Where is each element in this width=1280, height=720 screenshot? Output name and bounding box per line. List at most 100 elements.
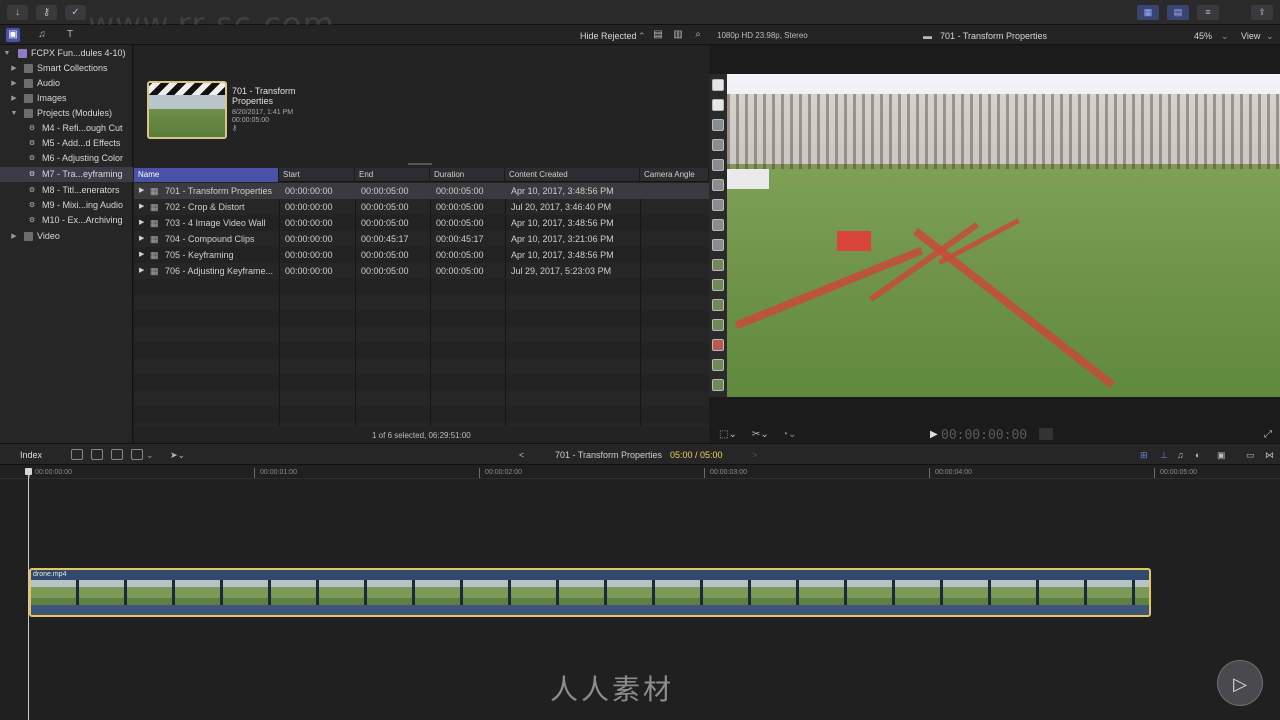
search-icon[interactable]: ⌕ bbox=[691, 28, 705, 42]
disclosure-closed-icon[interactable]: ▶ bbox=[139, 231, 144, 247]
zoom-chevron-icon: ⌄ bbox=[1221, 31, 1229, 41]
filmstrip-icon[interactable]: ▥ bbox=[671, 28, 685, 42]
import-icon[interactable]: ↓ bbox=[7, 5, 28, 20]
zoom-level[interactable]: 45% bbox=[1194, 31, 1212, 41]
strip-icon[interactable] bbox=[712, 179, 724, 191]
insert-clip-icon[interactable] bbox=[91, 449, 103, 460]
column-camera-angle[interactable]: Camera Angle bbox=[640, 168, 709, 182]
column-name[interactable]: Name bbox=[134, 168, 279, 182]
table-row[interactable]: ▶ ▦ 702 - Crop & Distort 00:00:00:00 00:… bbox=[134, 199, 709, 215]
strip-icon[interactable] bbox=[712, 339, 724, 351]
back-arrow-icon[interactable]: < bbox=[519, 450, 524, 460]
library-item[interactable]: ▼ FCPX Fun...dules 4-10) bbox=[0, 46, 133, 61]
disclosure-closed-icon[interactable]: ▶ bbox=[10, 229, 18, 244]
disclosure-closed-icon[interactable]: ▶ bbox=[139, 183, 144, 199]
overlay-play-icon[interactable]: ▷ bbox=[1217, 660, 1263, 706]
disclosure-closed-icon[interactable]: ▶ bbox=[139, 215, 144, 231]
strip-icon[interactable] bbox=[712, 279, 724, 291]
titles-generators-icon[interactable]: T bbox=[63, 28, 77, 42]
select-tool-icon[interactable]: ➤⌄ bbox=[170, 450, 185, 461]
hide-rejected-filter[interactable]: Hide Rejected bbox=[580, 31, 637, 41]
skimming-icon[interactable]: ⊥ bbox=[1160, 450, 1168, 461]
strip-icon[interactable] bbox=[712, 239, 724, 251]
playhead[interactable] bbox=[28, 469, 29, 720]
strip-icon[interactable] bbox=[712, 319, 724, 331]
disclosure-closed-icon[interactable]: ▶ bbox=[10, 91, 18, 106]
photos-audio-icon[interactable]: ♫ bbox=[35, 28, 49, 42]
timeline-index-button[interactable]: Index bbox=[20, 450, 42, 460]
audio-skimming-icon[interactable]: ♫ bbox=[1177, 450, 1184, 460]
table-row[interactable]: ▶ ▦ 706 - Adjusting Keyframe... 00:00:00… bbox=[134, 263, 709, 279]
column-content-created[interactable]: Content Created bbox=[505, 168, 640, 182]
sidebar-item-m10[interactable]: ⚙ M10 - Ex...Archiving bbox=[0, 213, 133, 228]
effects-browser-icon[interactable]: ⋈ bbox=[1265, 450, 1274, 461]
disclosure-open-icon[interactable]: ▼ bbox=[10, 106, 18, 121]
strip-icon[interactable] bbox=[712, 259, 724, 271]
column-end[interactable]: End bbox=[355, 168, 430, 182]
strip-icon[interactable] bbox=[712, 99, 724, 111]
disclosure-closed-icon[interactable]: ▶ bbox=[139, 263, 144, 279]
append-clip-icon[interactable] bbox=[111, 449, 123, 460]
clip-appearance-icon[interactable]: ▭ bbox=[1246, 450, 1255, 461]
share-icon[interactable]: ⇪ bbox=[1251, 5, 1273, 20]
sidebar-item-m9[interactable]: ⚙ M9 - Mixi...ing Audio bbox=[0, 198, 133, 213]
disclosure-closed-icon[interactable]: ▶ bbox=[10, 61, 18, 76]
splitter-handle[interactable] bbox=[408, 163, 432, 165]
edit-menu-chevron-icon[interactable]: ⌄ bbox=[146, 450, 154, 461]
libraries-icon[interactable]: ▣ bbox=[6, 28, 20, 42]
keywords-icon[interactable]: ⚷ bbox=[36, 5, 57, 20]
watermark-logo: 人人素材 bbox=[550, 673, 675, 706]
sidebar-item-audio[interactable]: ▶ Audio bbox=[0, 76, 133, 91]
connect-clip-icon[interactable] bbox=[71, 449, 83, 460]
strip-icon[interactable] bbox=[712, 299, 724, 311]
disclosure-closed-icon[interactable]: ▶ bbox=[10, 76, 18, 91]
forward-arrow-icon[interactable]: > bbox=[752, 450, 757, 460]
retime-menu-icon[interactable]: ◔⌄ bbox=[782, 429, 796, 440]
strip-icon[interactable] bbox=[712, 119, 724, 131]
sidebar-item-smart-collections[interactable]: ▶ Smart Collections bbox=[0, 61, 133, 76]
strip-icon[interactable] bbox=[712, 379, 724, 391]
sidebar-item-images[interactable]: ▶ Images bbox=[0, 91, 133, 106]
crop-menu-icon[interactable]: ✂⌄ bbox=[752, 429, 769, 440]
strip-icon[interactable] bbox=[712, 159, 724, 171]
table-row[interactable]: ▶ ▦ 703 - 4 Image Video Wall 00:00:00:00… bbox=[134, 215, 709, 231]
video-only-icon[interactable]: ⊞ bbox=[1140, 450, 1148, 461]
table-row[interactable]: ▶ ▦ 705 - Keyframing 00:00:00:00 00:00:0… bbox=[134, 247, 709, 263]
table-row[interactable]: ▶ ▦ 704 - Compound Clips 00:00:00:00 00:… bbox=[134, 231, 709, 247]
clip-appearance-icon[interactable]: ▤ bbox=[651, 28, 665, 42]
strip-icon[interactable] bbox=[712, 79, 724, 91]
project-thumbnail[interactable] bbox=[147, 81, 227, 139]
disclosure-closed-icon[interactable]: ▶ bbox=[139, 199, 144, 215]
timeline-clip[interactable]: drone.mp4 bbox=[29, 568, 1151, 617]
disclosure-open-icon[interactable]: ▼ bbox=[3, 46, 11, 61]
fullscreen-icon[interactable]: ⤢ bbox=[1264, 429, 1272, 440]
transform-menu-icon[interactable]: ⬚⌄ bbox=[719, 429, 737, 440]
overwrite-clip-icon[interactable] bbox=[131, 449, 143, 460]
view-menu[interactable]: View bbox=[1241, 31, 1260, 41]
sidebar-item-m8[interactable]: ⚙ M8 - Titl...enerators bbox=[0, 183, 133, 198]
sidebar-item-m4[interactable]: ⚙ M4 - Refi...ough Cut bbox=[0, 121, 133, 136]
play-icon[interactable]: ▶ bbox=[930, 429, 938, 440]
sidebar-item-projects[interactable]: ▼ Projects (Modules) bbox=[0, 106, 133, 121]
video-frame[interactable] bbox=[709, 74, 1280, 397]
strip-icon[interactable] bbox=[712, 199, 724, 211]
solo-icon[interactable]: ◐ bbox=[1195, 450, 1200, 460]
sidebar-item-m7[interactable]: ⚙ M7 - Tra...eyframing bbox=[0, 167, 133, 182]
strip-icon[interactable] bbox=[712, 219, 724, 231]
sidebar-item-m5[interactable]: ⚙ M5 - Add...d Effects bbox=[0, 136, 133, 151]
sidebar-item-m6[interactable]: ⚙ M6 - Adjusting Color bbox=[0, 151, 133, 166]
timeline-toggle-icon[interactable]: ▤ bbox=[1167, 5, 1189, 20]
browser-toggle-icon[interactable]: ▦ bbox=[1137, 5, 1159, 20]
strip-icon[interactable] bbox=[712, 139, 724, 151]
strip-icon[interactable] bbox=[712, 359, 724, 371]
table-row[interactable]: ▶ ▦ 701 - Transform Properties 00:00:00:… bbox=[134, 183, 709, 199]
disclosure-closed-icon[interactable]: ▶ bbox=[139, 247, 144, 263]
column-start[interactable]: Start bbox=[279, 168, 355, 182]
playhead-handle[interactable] bbox=[25, 468, 32, 475]
column-duration[interactable]: Duration bbox=[430, 168, 505, 182]
inspector-toggle-icon[interactable]: ≡ bbox=[1197, 5, 1219, 20]
background-tasks-icon[interactable]: ✓ bbox=[65, 5, 86, 20]
snapping-icon[interactable]: ▣ bbox=[1217, 450, 1226, 461]
timeline-ruler[interactable]: 00:00:00:00 00:00:01:00 00:00:02:00 00:0… bbox=[0, 465, 1280, 479]
sidebar-item-video[interactable]: ▶ Video bbox=[0, 229, 133, 244]
